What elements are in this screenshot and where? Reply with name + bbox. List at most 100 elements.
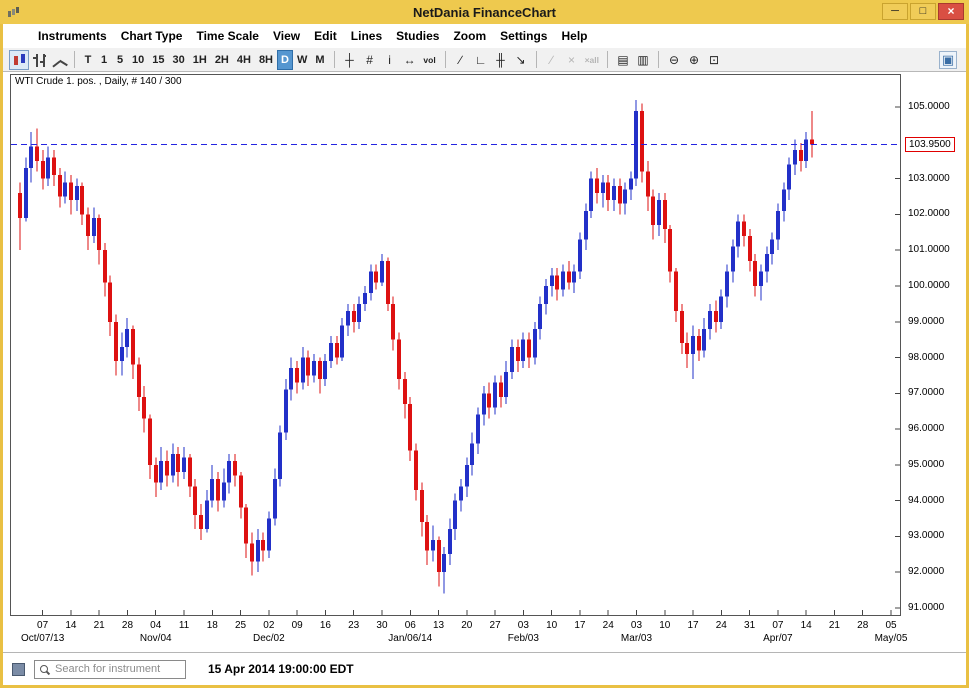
instrument-color-swatch: [12, 663, 25, 676]
timeframe-10-button[interactable]: 10: [128, 50, 148, 70]
price-axis-label: 99.0000: [908, 317, 944, 327]
candlestick-chart-icon[interactable]: [9, 50, 29, 70]
time-axis-label: 24: [707, 620, 735, 631]
time-axis-label: 09: [283, 620, 311, 631]
chart-tabs-icon[interactable]: ▣: [939, 51, 957, 69]
time-axis[interactable]: 0714212804111825020916233006132027031017…: [11, 619, 911, 632]
time-axis-month-label: Jan/06/14: [378, 633, 442, 644]
menu-lines[interactable]: Lines: [344, 26, 389, 46]
app-window: NetDania FinanceChart ─□× InstrumentsCha…: [0, 0, 969, 688]
timeframe-4h-button[interactable]: 4H: [233, 50, 255, 70]
print-icon[interactable]: ▤: [613, 50, 633, 70]
info-icon[interactable]: i: [380, 50, 400, 70]
price-axis-label: 105.0000: [908, 102, 950, 112]
time-axis-months: Oct/07/13Nov/04Dec/02Jan/06/14Feb/03Mar/…: [11, 632, 911, 646]
zoom-fit-icon[interactable]: ⊡: [704, 50, 724, 70]
menu-help[interactable]: Help: [554, 26, 594, 46]
toolbar-separator: [658, 51, 659, 68]
zoom-in-icon[interactable]: ⊕: [684, 50, 704, 70]
search-input[interactable]: [53, 662, 185, 676]
bar-chart-icon[interactable]: [29, 50, 49, 70]
price-axis[interactable]: 103.9500 105.0000103.0000102.0000101.000…: [904, 74, 966, 620]
crosshair-icon[interactable]: ┼: [340, 50, 360, 70]
timeframe-2h-button[interactable]: 2H: [211, 50, 233, 70]
time-axis-label: 07: [764, 620, 792, 631]
menu-time-scale[interactable]: Time Scale: [189, 26, 265, 46]
time-axis-label: 23: [340, 620, 368, 631]
timeframe-w-button[interactable]: W: [293, 50, 311, 70]
time-axis-label: 25: [227, 620, 255, 631]
menu-chart-type[interactable]: Chart Type: [114, 26, 190, 46]
search-box[interactable]: [34, 660, 186, 679]
delete-line-icon[interactable]: ×: [562, 50, 582, 70]
toolbar-separator: [536, 51, 537, 68]
time-axis-label: 28: [849, 620, 877, 631]
time-axis-label: 28: [113, 620, 141, 631]
arrow-annotation-icon[interactable]: ↘: [511, 50, 531, 70]
instrument-label: WTI Crude 1. pos. , Daily, # 140 / 300: [15, 76, 182, 87]
time-axis-label: 14: [792, 620, 820, 631]
time-axis-label: 27: [481, 620, 509, 631]
status-bar: 15 Apr 2014 19:00:00 EDT: [3, 652, 966, 685]
time-axis-label: 16: [311, 620, 339, 631]
chart-region: WTI Crude 1. pos. , Daily, # 140 / 300 1…: [3, 72, 966, 652]
price-axis-label: 92.0000: [908, 567, 944, 577]
price-axis-label: 102.0000: [908, 209, 950, 219]
price-axis-label: 96.0000: [908, 424, 944, 434]
menu-zoom[interactable]: Zoom: [446, 26, 493, 46]
timeframe-m-button[interactable]: M: [311, 50, 328, 70]
time-axis-label: 21: [820, 620, 848, 631]
grid-icon[interactable]: #: [360, 50, 380, 70]
time-axis-label: 21: [85, 620, 113, 631]
price-axis-label: 91.0000: [908, 603, 944, 613]
minimize-button[interactable]: ─: [882, 3, 908, 20]
time-axis-label: 06: [396, 620, 424, 631]
menu-studies[interactable]: Studies: [389, 26, 446, 46]
line-chart-icon[interactable]: [49, 50, 69, 70]
window-controls: ─□×: [882, 3, 964, 20]
volume-icon[interactable]: vol: [420, 50, 440, 70]
zoom-out-icon[interactable]: ⊖: [664, 50, 684, 70]
time-axis-label: 02: [255, 620, 283, 631]
time-axis-label: 10: [538, 620, 566, 631]
maximize-button[interactable]: □: [910, 3, 936, 20]
time-axis-label: 17: [566, 620, 594, 631]
channel-lines-icon[interactable]: ╫: [491, 50, 511, 70]
close-button[interactable]: ×: [938, 3, 964, 20]
angle-line-icon[interactable]: ∟: [471, 50, 491, 70]
timeframe-5-button[interactable]: 5: [112, 50, 128, 70]
menu-instruments[interactable]: Instruments: [31, 26, 114, 46]
price-axis-label: 95.0000: [908, 460, 944, 470]
time-axis-label: 03: [509, 620, 537, 631]
timeframe-8h-button[interactable]: 8H: [255, 50, 277, 70]
timeframe-d-button[interactable]: D: [277, 50, 293, 70]
time-axis-month-label: May/05: [859, 633, 923, 644]
timeframe-1-button[interactable]: 1: [96, 50, 112, 70]
time-axis-label: 17: [679, 620, 707, 631]
time-axis-label: 13: [425, 620, 453, 631]
timeframe-t-button[interactable]: T: [80, 50, 96, 70]
candlestick-chart[interactable]: [11, 75, 900, 615]
chart-plot-area[interactable]: WTI Crude 1. pos. , Daily, # 140 / 300: [10, 74, 901, 616]
price-axis-label: 97.0000: [908, 388, 944, 398]
delete-all-lines-icon[interactable]: ×all: [582, 50, 602, 70]
window-title: NetDania FinanceChart: [0, 5, 969, 20]
time-axis-label: 31: [736, 620, 764, 631]
timeframe-30-button[interactable]: 30: [169, 50, 189, 70]
time-axis-label: 14: [57, 620, 85, 631]
time-axis-month-label: Oct/07/13: [11, 633, 75, 644]
price-axis-label: 103.0000: [908, 174, 950, 184]
timeframe-15-button[interactable]: 15: [148, 50, 168, 70]
edit-lines-icon[interactable]: ∕: [542, 50, 562, 70]
horizontal-zoom-icon[interactable]: ↔: [400, 50, 420, 70]
menu-view[interactable]: View: [266, 26, 307, 46]
toolbar-separator: [334, 51, 335, 68]
menu-edit[interactable]: Edit: [307, 26, 344, 46]
timeframe-1h-button[interactable]: 1H: [189, 50, 211, 70]
print-preview-icon[interactable]: ▥: [633, 50, 653, 70]
trend-line-icon[interactable]: ∕: [451, 50, 471, 70]
menu-settings[interactable]: Settings: [493, 26, 554, 46]
time-axis-label: 30: [368, 620, 396, 631]
time-axis-month-label: Feb/03: [491, 633, 555, 644]
time-axis-label: 10: [651, 620, 679, 631]
